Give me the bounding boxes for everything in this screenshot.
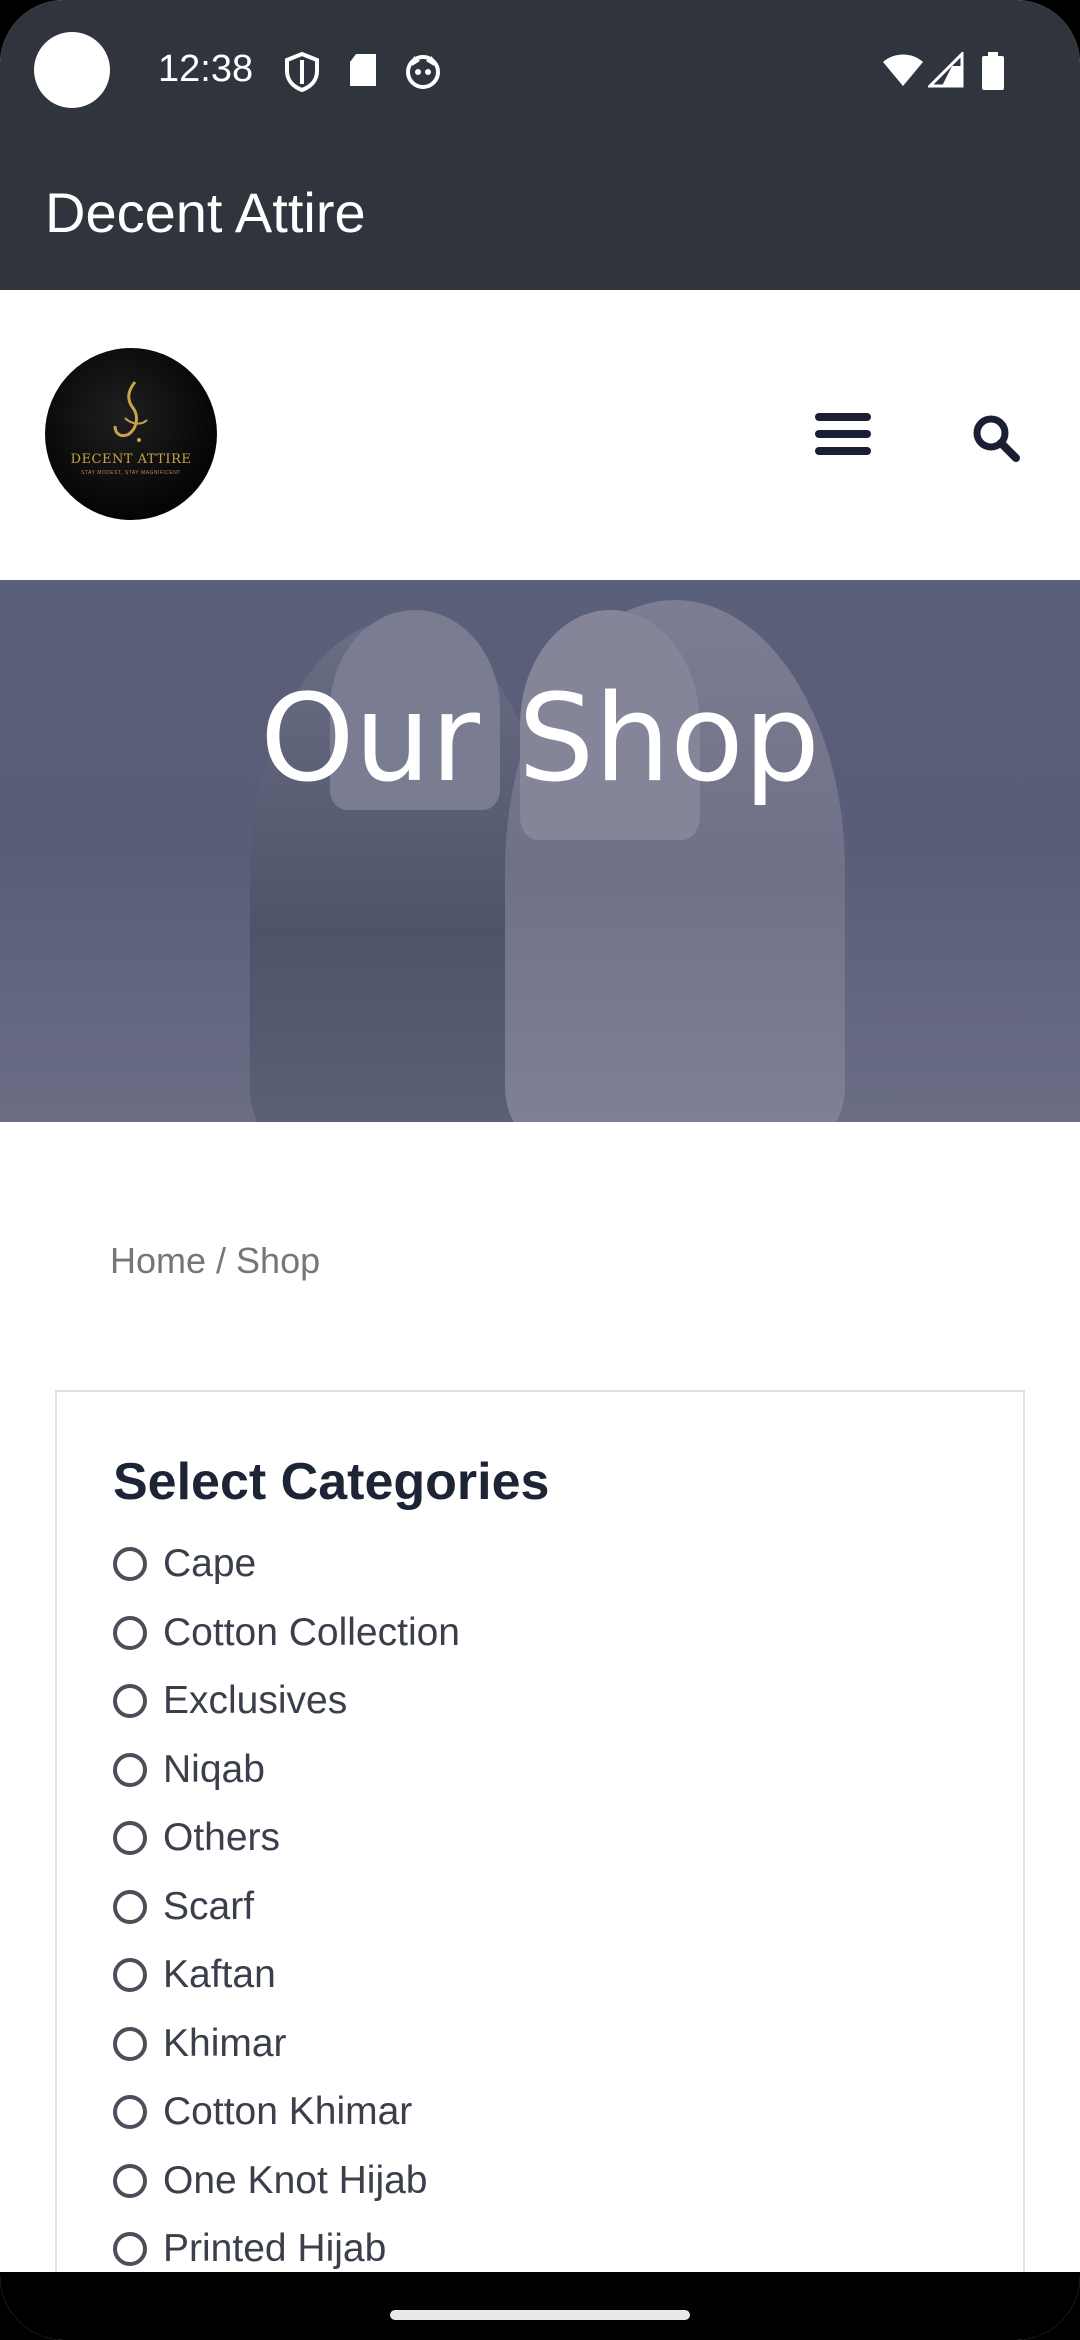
logo-text: DECENT ATTIRE (70, 452, 192, 467)
status-time: 12:38 (158, 48, 254, 90)
category-option-scarf[interactable]: Scarf (113, 1873, 460, 1942)
category-label: Scarf (163, 1884, 255, 1928)
radio-unchecked-icon[interactable] (113, 1547, 147, 1582)
logo-subtext: STAY MODEST, STAY MAGNIFICENT (81, 470, 181, 476)
phone-screen: 12:38 Decent Attire DECENT ATTIRE STAY M… (0, 0, 1080, 2340)
battery-icon (982, 52, 1004, 90)
radio-unchecked-icon[interactable] (113, 2163, 147, 2198)
hamburger-menu-icon[interactable] (815, 413, 875, 457)
category-label: Kaftan (163, 1953, 276, 1997)
radio-unchecked-icon[interactable] (113, 1684, 147, 1719)
category-option-cotton-collection[interactable]: Cotton Collection (113, 1599, 460, 1668)
app-title: Decent Attire (45, 181, 366, 244)
category-label: Khimar (163, 2021, 287, 2065)
breadcrumb-current: Shop (236, 1240, 321, 1281)
category-label: Printed Hijab (163, 2227, 387, 2271)
site-header: DECENT ATTIRE STAY MODEST, STAY MAGNIFIC… (0, 290, 1080, 580)
category-list: Cape Cotton Collection Exclusives Niqab … (113, 1530, 460, 2284)
breadcrumb: Home / Shop (110, 1240, 320, 1282)
category-option-others[interactable]: Others (113, 1804, 460, 1873)
radio-unchecked-icon[interactable] (113, 1889, 147, 1924)
shield-icon (285, 52, 319, 92)
radio-unchecked-icon[interactable] (113, 2095, 147, 2130)
cat-face-icon (406, 55, 440, 89)
logo-emblem-icon (113, 381, 148, 442)
sd-card-icon (350, 54, 376, 86)
breadcrumb-separator: / (206, 1240, 237, 1281)
camera-cutout (34, 32, 110, 108)
category-label: Niqab (163, 1747, 265, 1791)
home-gesture-handle[interactable] (390, 2310, 690, 2320)
radio-unchecked-icon[interactable] (113, 2232, 147, 2267)
category-label: Cotton Collection (163, 1610, 460, 1654)
brand-logo[interactable]: DECENT ATTIRE STAY MODEST, STAY MAGNIFIC… (45, 348, 217, 520)
hero-banner: Our Shop (0, 580, 1080, 1122)
radio-unchecked-icon[interactable] (113, 1821, 147, 1856)
category-option-cotton-khimar[interactable]: Cotton Khimar (113, 2078, 460, 2147)
categories-panel: Select Categories Cape Cotton Collection… (55, 1390, 1025, 2290)
category-option-cape[interactable]: Cape (113, 1530, 460, 1599)
category-option-exclusives[interactable]: Exclusives (113, 1667, 460, 1736)
category-label: Cape (163, 1542, 257, 1586)
radio-unchecked-icon[interactable] (113, 1615, 147, 1650)
radio-unchecked-icon[interactable] (113, 2026, 147, 2061)
breadcrumb-home-link[interactable]: Home (110, 1240, 206, 1281)
categories-heading: Select Categories (113, 1453, 550, 1511)
signal-icon (928, 52, 964, 88)
category-option-niqab[interactable]: Niqab (113, 1736, 460, 1805)
category-label: Exclusives (163, 1679, 348, 1723)
search-icon[interactable] (970, 412, 1022, 464)
category-label: One Knot Hijab (163, 2158, 428, 2202)
hero-title: Our Shop (260, 670, 820, 809)
category-label: Cotton Khimar (163, 2090, 413, 2134)
system-nav-bar (0, 2272, 1080, 2340)
category-label: Others (163, 1816, 281, 1860)
status-bar: 12:38 (0, 0, 1080, 140)
radio-unchecked-icon[interactable] (113, 1958, 147, 1993)
radio-unchecked-icon[interactable] (113, 1752, 147, 1787)
category-option-one-knot-hijab[interactable]: One Knot Hijab (113, 2147, 460, 2216)
category-option-khimar[interactable]: Khimar (113, 2010, 460, 2079)
wifi-icon (883, 54, 923, 86)
category-option-kaftan[interactable]: Kaftan (113, 1941, 460, 2010)
app-bar: Decent Attire (0, 140, 1080, 290)
